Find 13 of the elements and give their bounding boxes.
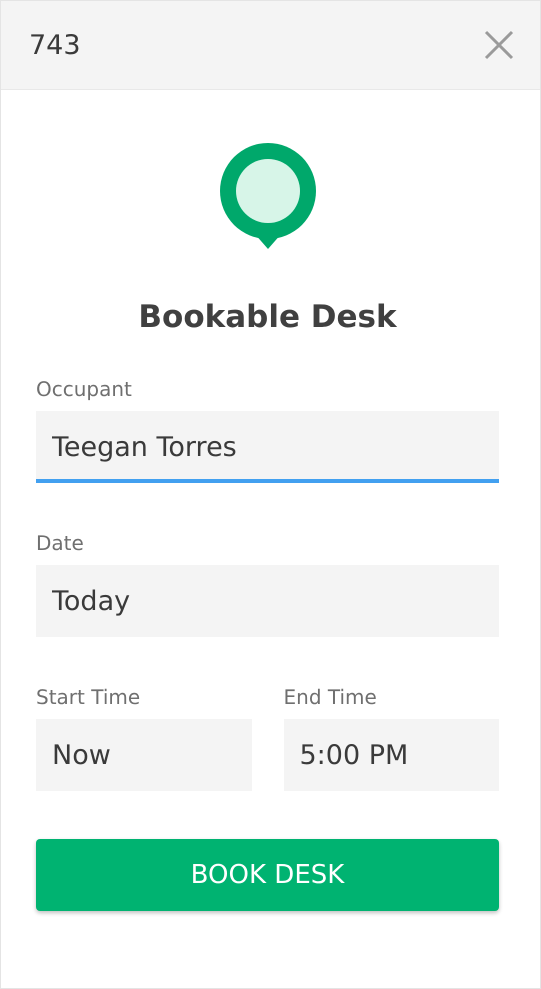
input-field[interactable]: 5:00 PM xyxy=(284,719,499,791)
input-field[interactable]: Teegan Torres xyxy=(36,411,499,483)
field-label: Occupant xyxy=(36,377,133,401)
close-button[interactable] xyxy=(484,30,514,60)
dialog-title: Bookable Desk xyxy=(137,299,398,335)
field-label: End Time xyxy=(284,685,378,709)
field-label: Date xyxy=(36,531,85,555)
location-pin-icon xyxy=(220,143,316,251)
close-icon xyxy=(484,30,514,60)
field-label: Start Time xyxy=(36,685,142,709)
input-field[interactable]: Now xyxy=(36,719,252,791)
desk-number: 743 xyxy=(29,30,81,60)
input-field[interactable]: Today xyxy=(36,565,499,637)
